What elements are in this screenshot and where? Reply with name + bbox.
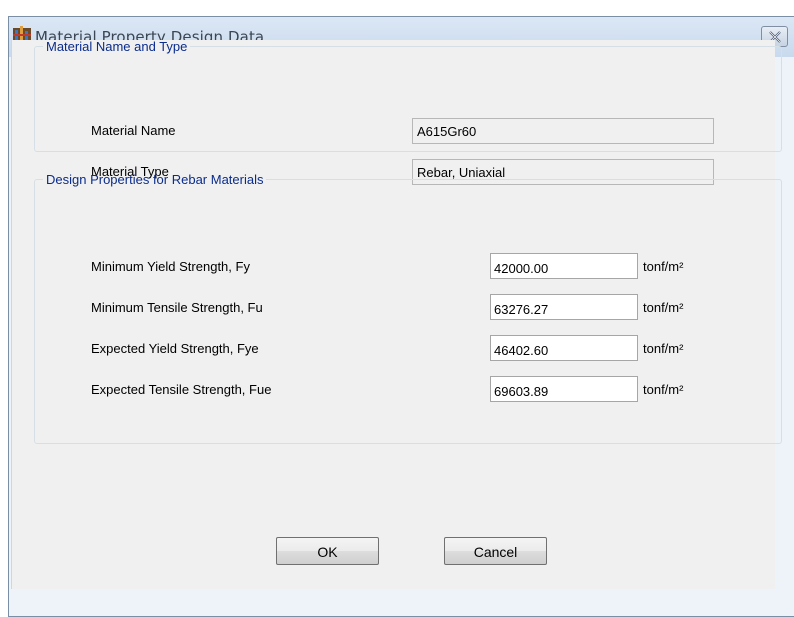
unit-label: tonf/m² — [643, 341, 684, 356]
expected-yield-strength-label: Expected Yield Strength, Fye — [91, 341, 259, 356]
ok-button[interactable]: OK — [276, 537, 379, 565]
unit-label: tonf/m² — [643, 382, 684, 397]
expected-tensile-strength-input[interactable] — [490, 376, 638, 402]
expected-tensile-strength-label: Expected Tensile Strength, Fue — [91, 382, 272, 397]
group-legend: Design Properties for Rebar Materials — [46, 172, 264, 187]
cancel-button[interactable]: Cancel — [444, 537, 547, 565]
material-name-label: Material Name — [91, 123, 176, 138]
min-tensile-strength-label: Minimum Tensile Strength, Fu — [91, 300, 263, 315]
min-yield-strength-label: Minimum Yield Strength, Fy — [91, 259, 250, 274]
min-tensile-strength-input[interactable] — [490, 294, 638, 320]
unit-label: tonf/m² — [643, 259, 684, 274]
min-yield-strength-input[interactable] — [490, 253, 638, 279]
group-legend: Material Name and Type — [46, 39, 188, 54]
expected-yield-strength-input[interactable] — [490, 335, 638, 361]
unit-label: tonf/m² — [643, 300, 684, 315]
material-name-field: A615Gr60 — [412, 118, 714, 144]
